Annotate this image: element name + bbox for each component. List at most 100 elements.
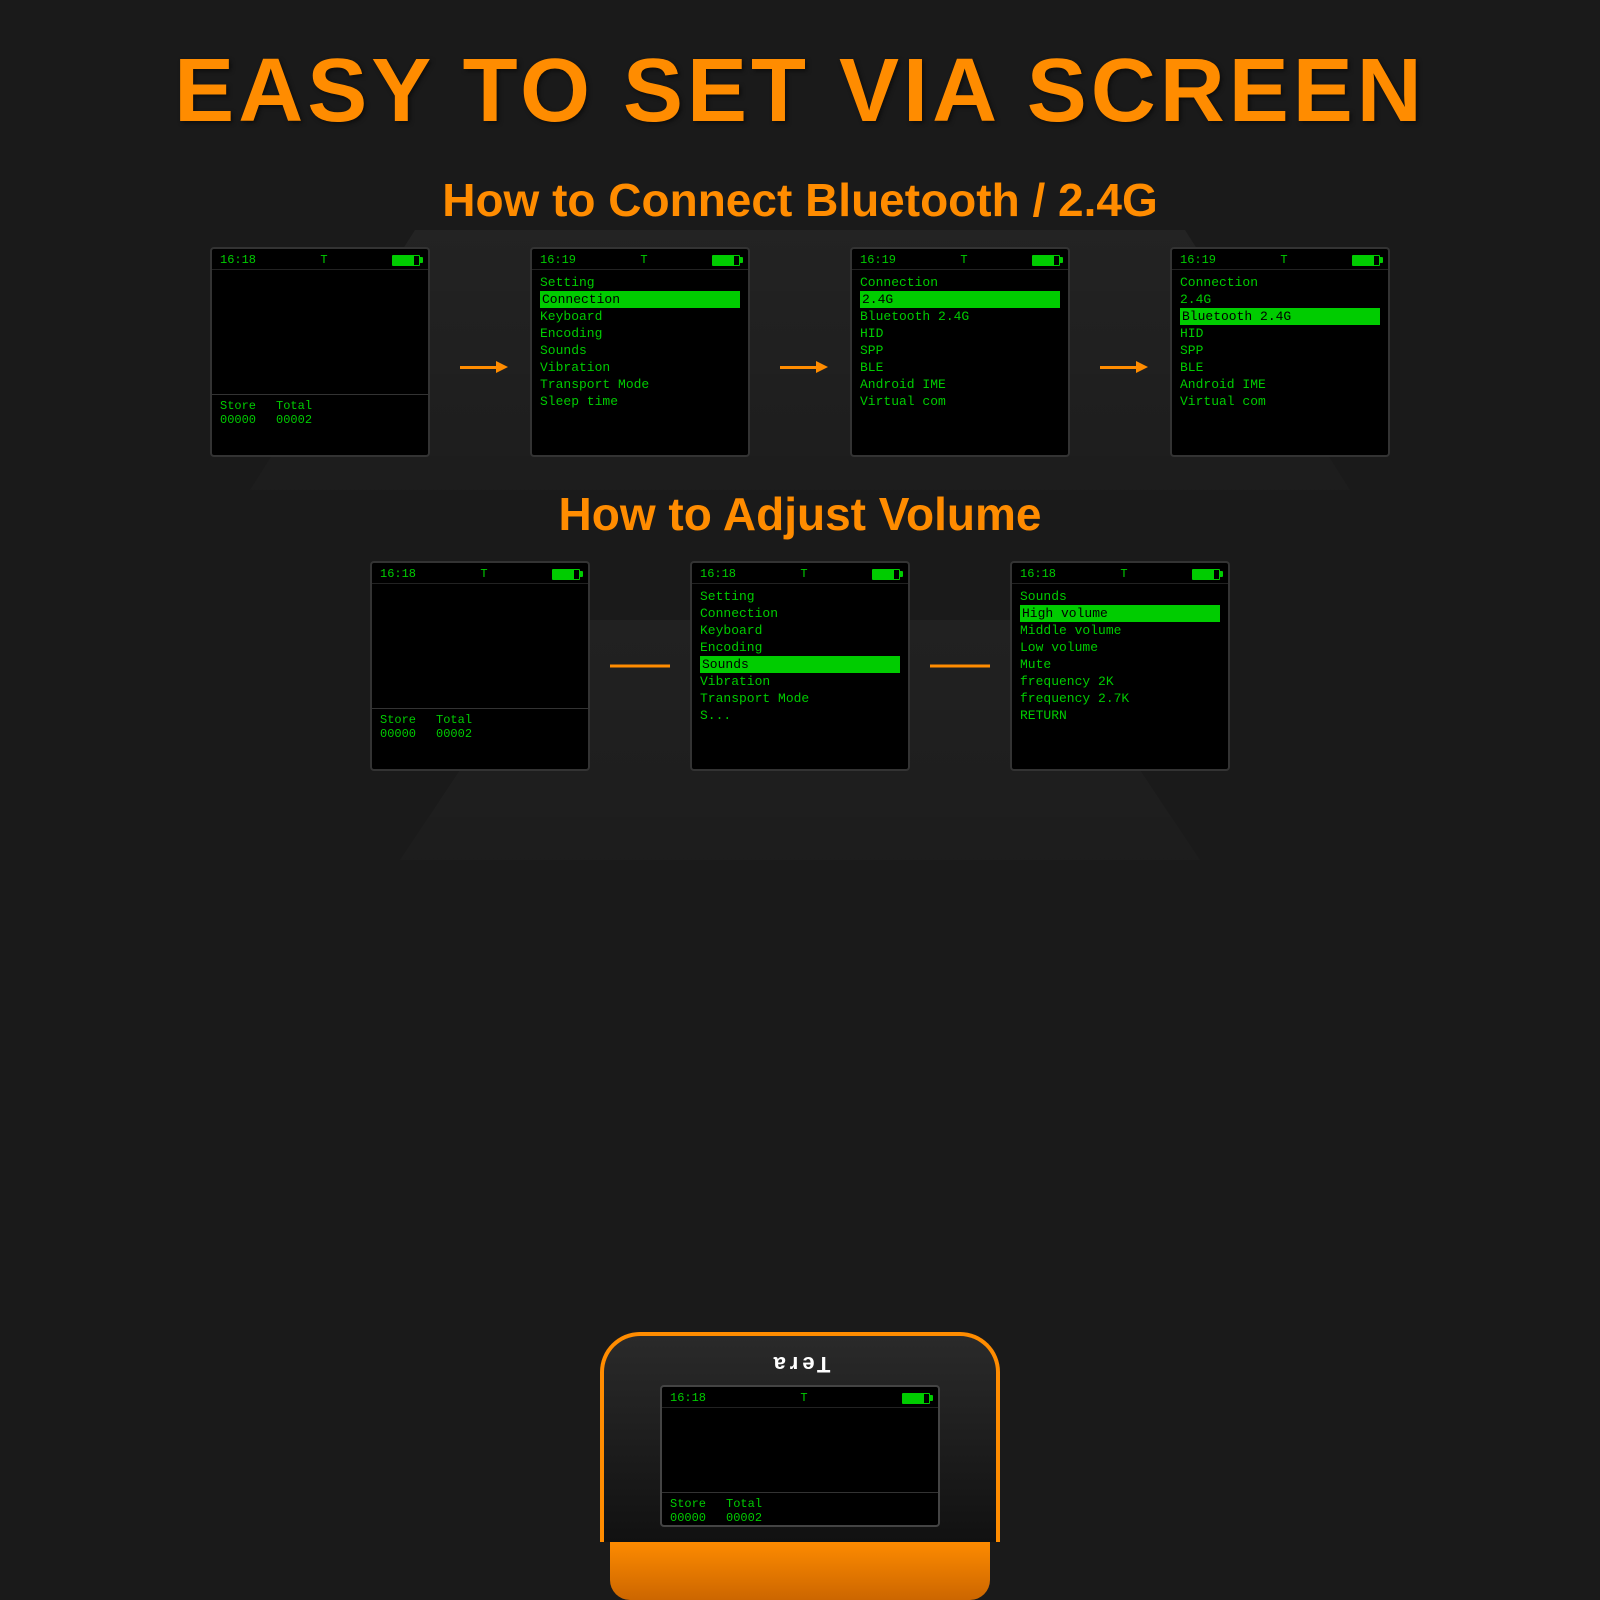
vol-vibration: Vibration: [700, 673, 900, 690]
vol-signal-3: T: [1120, 567, 1127, 581]
vol-time-1: 16:18: [380, 567, 416, 581]
vol-sleep: S...: [700, 707, 900, 724]
vol-sounds-hl: Sounds: [700, 656, 900, 673]
bt-screen-3: 16:19 T Connection 2.4G Bluetooth 2.4G H…: [850, 247, 1070, 457]
conn-bt24g-hl: Bluetooth 2.4G: [1180, 308, 1380, 325]
conn-android: Android IME: [860, 376, 1060, 393]
low-volume: Low volume: [1020, 639, 1220, 656]
vol-transport: Transport Mode: [700, 690, 900, 707]
arrow-dash-3: [1100, 366, 1140, 369]
time-2: 16:19: [540, 253, 576, 267]
conn-virtual-4: Virtual com: [1180, 393, 1380, 410]
bt-screen-1: 16:18 T Store00000 Total00002: [210, 247, 430, 457]
main-time: 16:18: [670, 1391, 706, 1405]
vol-status-2: 16:18 T: [692, 563, 908, 584]
conn-hid: HID: [860, 325, 1060, 342]
screen-content-2: Setting Connection Keyboard Encoding Sou…: [532, 270, 748, 414]
bt-screen-2: 16:19 T Setting Connection Keyboard Enco…: [530, 247, 750, 457]
bt-screen-wrapper-4: 16:19 T Connection 2.4G Bluetooth 2.4G H…: [1170, 247, 1390, 457]
screen-content-3: Connection 2.4G Bluetooth 2.4G HID SPP B…: [852, 270, 1068, 414]
freq-2.7k: frequency 2.7K: [1020, 690, 1220, 707]
menu-item-connection-hl: Connection: [540, 291, 740, 308]
vol-time-2: 16:18: [700, 567, 736, 581]
freq-2k: frequency 2K: [1020, 673, 1220, 690]
vol-status-3: 16:18 T: [1012, 563, 1228, 584]
bluetooth-screens-row: 16:18 T Store00000 Total00002 16:19 T: [0, 247, 1600, 457]
high-volume-hl: High volume: [1020, 605, 1220, 622]
vol-arrow-left-3: [940, 665, 990, 668]
signal-3: T: [960, 253, 967, 267]
store-label-1: Store00000: [220, 399, 256, 427]
main-battery: [902, 1393, 930, 1404]
physical-device: Tera 16:18 T Store00000 Total00002: [600, 1332, 1000, 1542]
main-device-screen: 16:18 T Store00000 Total00002: [660, 1385, 940, 1527]
bottom-device-section: Tera 16:18 T Store00000 Total00002: [600, 1332, 1000, 1600]
vol-screen-wrapper-2: 16:18 T Setting Connection Keyboard Enco…: [690, 561, 910, 771]
bt-screen-4: 16:19 T Connection 2.4G Bluetooth 2.4G H…: [1170, 247, 1390, 457]
vol-content-2: Setting Connection Keyboard Encoding Sou…: [692, 584, 908, 728]
conn-title-3: Connection: [860, 274, 1060, 291]
vol-total-1: Total00002: [436, 713, 472, 741]
status-bar-1: 16:18 T: [212, 249, 428, 270]
menu-item-encoding: Encoding: [540, 325, 740, 342]
status-bar-3: 16:19 T: [852, 249, 1068, 270]
vol-screen-wrapper-1: 16:18 T Store00000 Total00002: [370, 561, 590, 771]
arrow-1: [460, 247, 500, 457]
menu-item-transport: Transport Mode: [540, 376, 740, 393]
arrow-dash-1: [460, 366, 500, 369]
vol-screen-2: 16:18 T Setting Connection Keyboard Enco…: [690, 561, 910, 771]
bt-screen-wrapper-3: 16:19 T Connection 2.4G Bluetooth 2.4G H…: [850, 247, 1070, 457]
main-screen-status: 16:18 T: [662, 1387, 938, 1408]
vol-signal-2: T: [800, 567, 807, 581]
conn-hid-4: HID: [1180, 325, 1380, 342]
vol-setting: Setting: [700, 588, 900, 605]
vol-content-1: [372, 584, 588, 704]
status-bar-2: 16:19 T: [532, 249, 748, 270]
arrow-3: [1100, 247, 1140, 457]
vol-battery-2: [872, 569, 900, 580]
device-brand-label: Tera: [619, 1351, 981, 1377]
battery-4: [1352, 255, 1380, 266]
bt-screen-wrapper-1: 16:18 T Store00000 Total00002: [210, 247, 430, 457]
conn-2.4g-4: 2.4G: [1180, 291, 1380, 308]
vol-encoding: Encoding: [700, 639, 900, 656]
sounds-title: Sounds: [1020, 588, 1220, 605]
menu-item-sleep: Sleep time: [540, 393, 740, 410]
arrow-2: [780, 247, 820, 457]
battery-3: [1032, 255, 1060, 266]
conn-android-4: Android IME: [1180, 376, 1380, 393]
conn-title-4: Connection: [1180, 274, 1380, 291]
conn-ble: BLE: [860, 359, 1060, 376]
menu-item-vibration: Vibration: [540, 359, 740, 376]
volume-screens-row: 16:18 T Store00000 Total00002 16:18: [0, 561, 1600, 771]
middle-volume: Middle volume: [1020, 622, 1220, 639]
time-3: 16:19: [860, 253, 896, 267]
bt-screen-wrapper-2: 16:19 T Setting Connection Keyboard Enco…: [530, 247, 750, 457]
vol-time-3: 16:18: [1020, 567, 1056, 581]
screen-content-4: Connection 2.4G Bluetooth 2.4G HID SPP B…: [1172, 270, 1388, 414]
vol-screen-1: 16:18 T Store00000 Total00002: [370, 561, 590, 771]
time-4: 16:19: [1180, 253, 1216, 267]
vol-store-1: Store00000: [380, 713, 416, 741]
signal-2: T: [640, 253, 647, 267]
main-screen-footer: Store00000 Total00002: [662, 1492, 938, 1525]
vol-arrow-left-2: [620, 665, 670, 668]
vol-signal-1: T: [480, 567, 487, 581]
conn-spp-4: SPP: [1180, 342, 1380, 359]
battery-1: [392, 255, 420, 266]
device-bottom-orange: [610, 1540, 990, 1600]
vol-content-3: Sounds High volume Middle volume Low vol…: [1012, 584, 1228, 728]
menu-item-sounds: Sounds: [540, 342, 740, 359]
vol-battery-1: [552, 569, 580, 580]
total-label-1: Total00002: [276, 399, 312, 427]
page-title: EASY TO SET VIA SCREEN: [0, 0, 1600, 143]
vol-keyboard: Keyboard: [700, 622, 900, 639]
conn-ble-4: BLE: [1180, 359, 1380, 376]
conn-2.4g-hl: 2.4G: [860, 291, 1060, 308]
signal-4: T: [1280, 253, 1287, 267]
volume-section: How to Adjust Volume 16:18 T Store00000 …: [0, 487, 1600, 771]
volume-section-title: How to Adjust Volume: [0, 487, 1600, 541]
screen-content-1: [212, 270, 428, 390]
bluetooth-section: How to Connect Bluetooth / 2.4G 16:18 T …: [0, 173, 1600, 457]
conn-spp: SPP: [860, 342, 1060, 359]
